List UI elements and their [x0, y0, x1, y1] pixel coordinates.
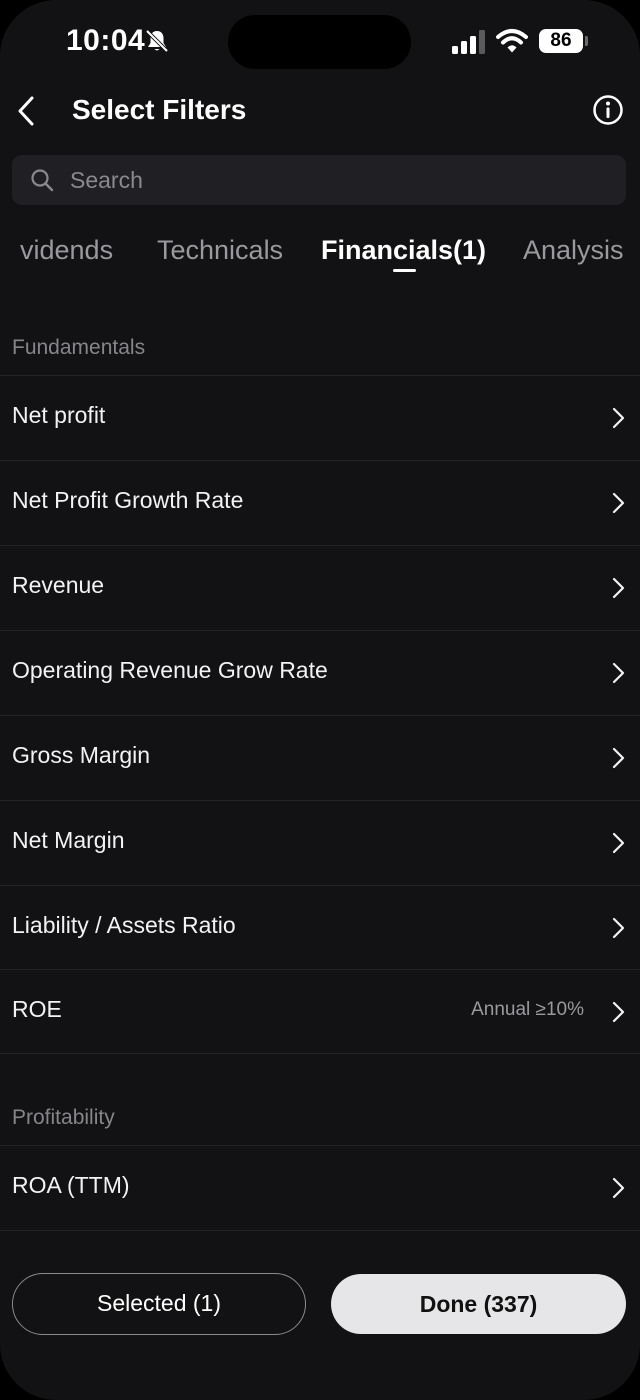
status-time: 10:04 — [66, 24, 146, 57]
selected-button[interactable]: Selected (1) — [12, 1273, 306, 1335]
divider — [0, 1230, 640, 1231]
search-icon — [31, 169, 54, 192]
tab-technicals[interactable]: Technicals — [157, 235, 283, 266]
search-box[interactable] — [12, 155, 626, 205]
page-title: Select Filters — [72, 94, 247, 125]
filter-row-net-profit-growth-rate[interactable]: Net Profit Growth Rate — [0, 461, 640, 545]
filter-label: Gross Margin — [12, 742, 151, 768]
chevron-right-icon — [612, 832, 625, 854]
filter-row-roa-ttm[interactable]: ROA (TTM) — [0, 1146, 640, 1230]
filter-label: Net Profit Growth Rate — [12, 487, 244, 513]
tab-financials[interactable]: Financials(1) — [321, 235, 486, 266]
category-tabs: vidends Technicals Financials(1) Analysi… — [0, 225, 640, 285]
filter-label: Net profit — [12, 402, 106, 428]
filter-label: Liability / Assets Ratio — [12, 912, 236, 938]
chevron-right-icon — [612, 917, 625, 939]
info-circle-icon[interactable] — [592, 94, 624, 126]
section-header-fundamentals: Fundamentals — [12, 336, 146, 359]
wifi-icon — [496, 29, 528, 53]
chevron-right-icon — [612, 1001, 625, 1023]
chevron-right-icon — [612, 1177, 625, 1199]
search-input[interactable] — [70, 155, 610, 205]
signal-icon — [452, 30, 485, 54]
phone-screen: 10:04 86 Select Filters Search vidends T… — [0, 0, 640, 1400]
tab-dividends[interactable]: vidends — [20, 235, 113, 266]
dynamic-island — [228, 15, 411, 69]
bell-slash-icon — [145, 29, 169, 53]
filter-row-net-margin[interactable]: Net Margin — [0, 801, 640, 885]
filter-label: Operating Revenue Grow Rate — [12, 657, 328, 683]
divider — [0, 1053, 640, 1054]
chevron-right-icon — [612, 747, 625, 769]
filter-label: ROA (TTM) — [12, 1172, 130, 1198]
filter-row-gross-margin[interactable]: Gross Margin — [0, 716, 640, 800]
filter-row-liability-assets-ratio[interactable]: Liability / Assets Ratio — [0, 886, 640, 970]
chevron-right-icon — [612, 492, 625, 514]
tab-analysis[interactable]: Analysis — [523, 235, 624, 266]
chevron-left-icon[interactable] — [8, 90, 48, 130]
section-header-profitability: Profitability — [12, 1106, 115, 1129]
filter-row-revenue[interactable]: Revenue — [0, 546, 640, 630]
chevron-right-icon — [612, 407, 625, 429]
battery-cap — [585, 36, 588, 46]
filter-value: Annual ≥10% — [471, 999, 584, 1020]
chevron-right-icon — [612, 577, 625, 599]
active-tab-indicator — [393, 269, 416, 272]
filter-row-net-profit[interactable]: Net profit — [0, 376, 640, 460]
done-button[interactable]: Done (337) — [331, 1274, 626, 1334]
filter-row-roe[interactable]: ROE Annual ≥10% — [0, 970, 640, 1054]
status-bar: 10:04 86 — [0, 0, 640, 80]
filter-label: Revenue — [12, 572, 105, 598]
chevron-right-icon — [612, 662, 625, 684]
battery-icon: 86 — [539, 29, 583, 53]
filter-label: ROE — [12, 996, 62, 1022]
filter-label: Net Margin — [12, 827, 125, 853]
filter-row-operating-revenue-grow-rate[interactable]: Operating Revenue Grow Rate — [0, 631, 640, 715]
